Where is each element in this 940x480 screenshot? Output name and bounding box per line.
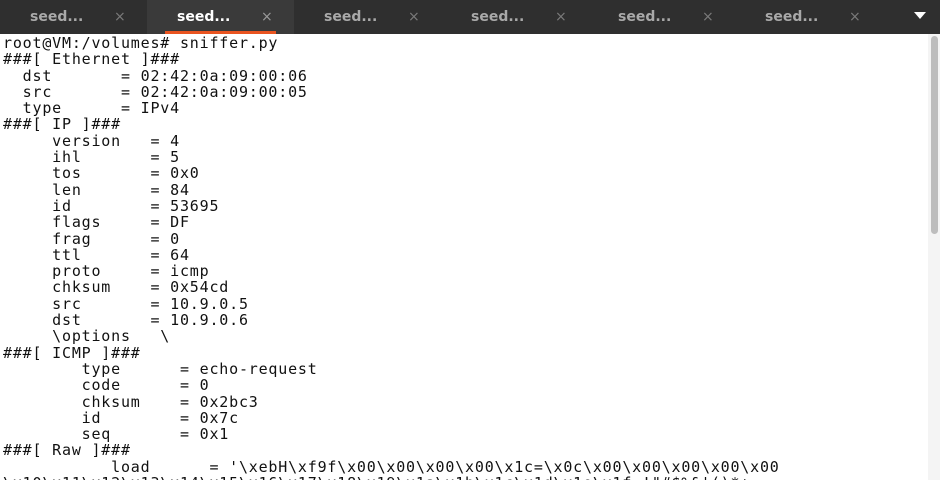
tab-label: seed...	[177, 9, 231, 25]
terminal-line: proto = icmp	[3, 262, 210, 281]
terminal-line: id = 0x7c	[3, 408, 239, 427]
tab-label: seed...	[765, 9, 819, 25]
terminal-line: frag = 0	[3, 229, 180, 248]
tab-label: seed...	[471, 9, 525, 25]
tab-bar: seed... × seed... × seed... × seed... × seed... ×…	[0, 0, 940, 34]
terminal-line: src = 10.9.0.5	[3, 294, 249, 313]
terminal-line: src = 02:42:0a:09:00:05	[3, 82, 308, 101]
tab-label: seed...	[30, 9, 84, 25]
terminal-line: type = IPv4	[3, 99, 180, 118]
close-icon[interactable]: ×	[261, 9, 273, 25]
close-icon[interactable]: ×	[849, 9, 861, 25]
terminal-line: seq = 0x1	[3, 425, 230, 444]
terminal-tab[interactable]: seed... ×	[147, 0, 294, 34]
terminal-lines: root@VM:/volumes# sniffer.py ###[ Etherne…	[3, 35, 780, 480]
terminal-line: \options \	[3, 327, 171, 346]
terminal-line: code = 0	[3, 376, 210, 395]
chevron-down-icon[interactable]	[914, 12, 926, 19]
terminal-line: ###[ ICMP ]###	[3, 343, 141, 362]
scrollbar[interactable]	[928, 34, 940, 480]
terminal-line: version = 4	[3, 131, 180, 150]
terminal-line: dst = 10.9.0.6	[3, 311, 249, 330]
close-icon[interactable]: ×	[555, 9, 567, 25]
terminal-line: load = '\xebH\xf9f\x00\x00\x00\x00\x1c=\…	[3, 457, 780, 476]
close-icon[interactable]: ×	[114, 9, 126, 25]
terminal-tab[interactable]: seed... ×	[588, 0, 735, 34]
terminal-line: root@VM:/volumes# sniffer.py	[3, 34, 279, 52]
terminal-output[interactable]: root@VM:/volumes# sniffer.py ###[ Etherne…	[0, 34, 928, 480]
scrollbar-thumb[interactable]	[931, 36, 938, 234]
terminal-tab[interactable]: seed... ×	[294, 0, 441, 34]
terminal-line: type = echo-request	[3, 359, 318, 378]
terminal-tab[interactable]: seed... ×	[735, 0, 882, 34]
terminal-line: len = 84	[3, 180, 190, 199]
terminal-line: tos = 0x0	[3, 164, 200, 183]
terminal-tab[interactable]: seed... ×	[441, 0, 588, 34]
terminal-line: ###[ IP ]###	[3, 115, 121, 134]
terminal-line: id = 53695	[3, 196, 220, 215]
close-icon[interactable]: ×	[408, 9, 420, 25]
terminal-line: dst = 02:42:0a:09:00:06	[3, 66, 308, 85]
terminal-line: ihl = 5	[3, 148, 180, 167]
terminal-line: ttl = 64	[3, 245, 190, 264]
terminal-line: \x10\x11\x12\x13\x14\x15\x16\x17\x18\x19…	[3, 475, 780, 480]
close-icon[interactable]: ×	[702, 9, 714, 25]
tab-label: seed...	[618, 9, 672, 25]
terminal-line: chksum = 0x54cd	[3, 278, 230, 297]
terminal-line: chksum = 0x2bc3	[3, 392, 259, 411]
terminal-line: flags = DF	[3, 213, 190, 232]
tab-label: seed...	[324, 9, 378, 25]
terminal-line: ###[ Ethernet ]###	[3, 50, 180, 69]
terminal-line: ###[ Raw ]###	[3, 441, 131, 460]
terminal-tab[interactable]: seed... ×	[0, 0, 147, 34]
